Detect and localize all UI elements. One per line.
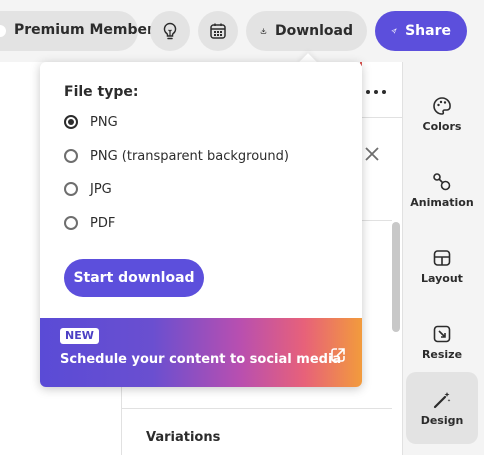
start-download-button[interactable]: Start download: [64, 259, 204, 297]
new-badge: NEW: [60, 328, 99, 344]
rail-label-animation: Animation: [410, 195, 474, 209]
rail-label-resize: Resize: [421, 347, 463, 361]
premium-member-badge[interactable]: Premium Member: [0, 11, 154, 51]
radio-checked[interactable]: [64, 115, 78, 129]
file-type-option-pdf[interactable]: PDF: [64, 213, 115, 233]
panel-scrollbar[interactable]: [392, 222, 400, 332]
send-icon: [391, 28, 397, 34]
radio-unchecked[interactable]: [64, 216, 78, 230]
file-type-label: JPG: [90, 181, 112, 197]
file-type-label: PDF: [90, 215, 116, 231]
radio-unchecked[interactable]: [64, 182, 78, 196]
file-type-label: PNG: [90, 114, 118, 130]
rail-item-layout[interactable]: Layout: [406, 230, 478, 302]
more-options-icon[interactable]: [366, 84, 386, 100]
resize-icon: [433, 325, 451, 342]
download-label: Download: [274, 23, 353, 39]
promo-text: Schedule your content to social media: [60, 352, 342, 367]
rail-label-layout: Layout: [421, 271, 463, 285]
variations-divider: [122, 408, 392, 409]
file-type-option-jpg[interactable]: JPG: [64, 179, 112, 199]
file-type-label: PNG (transparent background): [90, 148, 289, 164]
radio-unchecked[interactable]: [64, 149, 78, 163]
external-link-icon[interactable]: [329, 346, 347, 364]
top-toolbar: Premium Member Download Share: [0, 0, 484, 62]
file-type-option-png-transparent[interactable]: PNG (transparent background): [64, 146, 289, 166]
file-type-heading: File type:: [64, 84, 139, 100]
premium-label: Premium Member: [14, 22, 154, 38]
share-button[interactable]: Share: [375, 11, 467, 51]
panel-divider: [360, 220, 392, 221]
rail-item-resize[interactable]: Resize: [406, 306, 478, 378]
download-button[interactable]: Download: [246, 11, 367, 51]
rail-item-colors[interactable]: Colors: [406, 78, 478, 150]
rail-item-animation[interactable]: Animation: [406, 154, 478, 226]
rail-item-design[interactable]: Design: [406, 372, 478, 444]
animation-icon: [433, 172, 451, 190]
palette-icon: [433, 96, 451, 115]
download-icon: [260, 28, 267, 34]
schedule-promo-banner[interactable]: NEW Schedule your content to social medi…: [40, 318, 362, 387]
rail-label-colors: Colors: [422, 119, 462, 133]
premium-icon: [0, 25, 6, 37]
lightbulb-icon: [163, 22, 177, 40]
schedule-button[interactable]: [198, 11, 238, 51]
file-type-option-png[interactable]: PNG: [64, 112, 118, 132]
calendar-icon: [210, 23, 226, 39]
download-dropdown: File type: PNG PNG (transparent backgrou…: [40, 62, 362, 387]
rail-label-design: Design: [420, 413, 464, 427]
ideas-button[interactable]: [150, 11, 190, 51]
magic-wand-icon: [433, 391, 451, 408]
share-label: Share: [405, 23, 451, 39]
variations-heading: Variations: [146, 430, 221, 445]
close-icon[interactable]: [364, 146, 380, 162]
layout-icon: [433, 249, 451, 266]
